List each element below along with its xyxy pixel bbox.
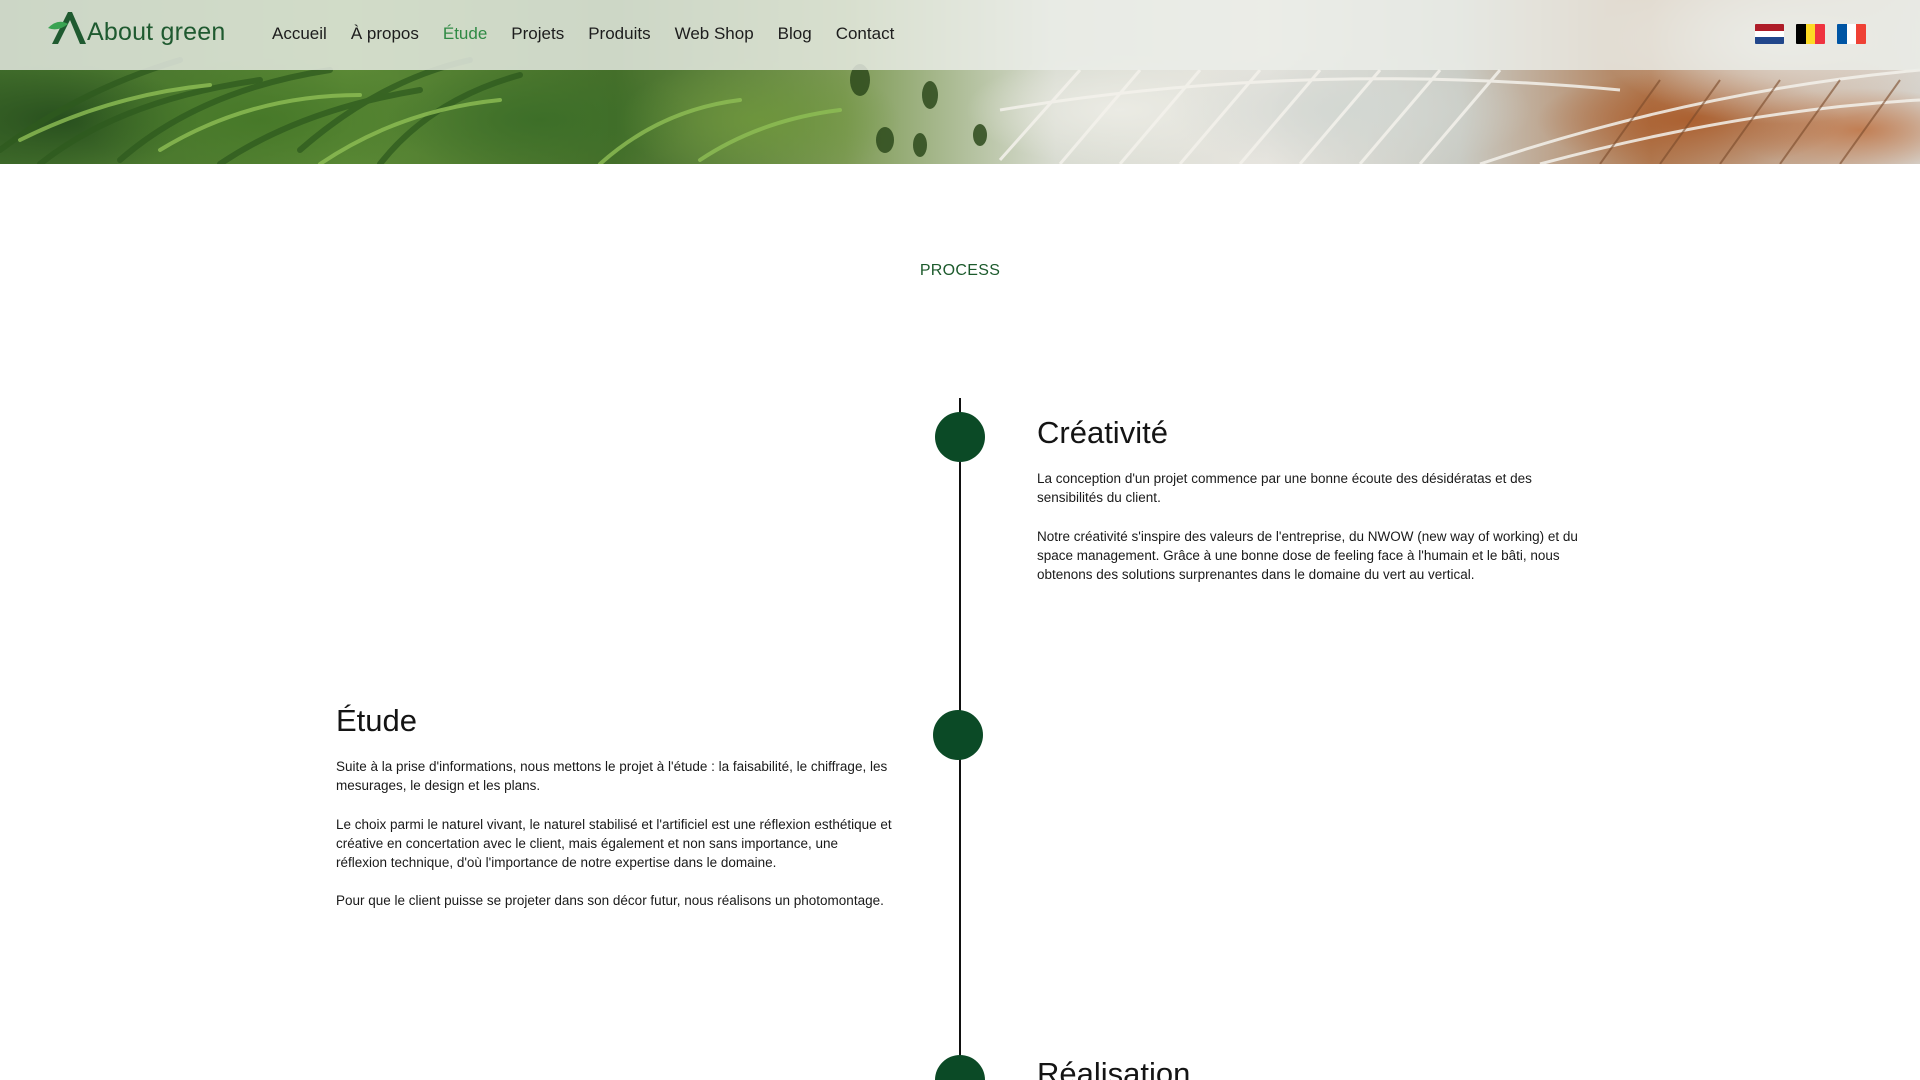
nav-item-blog[interactable]: Blog bbox=[778, 22, 812, 46]
step-realisation: Réalisation bbox=[1037, 1056, 1597, 1080]
step-title: Étude bbox=[336, 703, 418, 738]
nav-item-produits[interactable]: Produits bbox=[588, 22, 650, 46]
nav-item-etude[interactable]: Étude bbox=[443, 22, 487, 46]
step-title: Réalisation bbox=[1037, 1056, 1191, 1080]
nav-item-projets[interactable]: Projets bbox=[511, 22, 564, 46]
nav-item-a-propos[interactable]: À propos bbox=[351, 22, 419, 46]
step-paragraph: La conception d'un projet commence par u… bbox=[1037, 471, 1532, 506]
step-paragraph: Pour que le client puisse se projeter da… bbox=[336, 893, 884, 909]
flag-belgium-icon[interactable] bbox=[1796, 24, 1825, 44]
section-eyebrow: PROCESS bbox=[919, 262, 1001, 279]
brand-name: About green bbox=[87, 18, 226, 46]
top-navigation-bar: About green Accueil À propos Étude Proje… bbox=[0, 0, 1920, 70]
language-switcher bbox=[1755, 24, 1866, 44]
step-etude: Étude Suite à la prise d'informations, n… bbox=[336, 703, 892, 930]
step-paragraph: Notre créativité s'inspire des valeurs d… bbox=[1037, 528, 1578, 583]
nav-item-web-shop[interactable]: Web Shop bbox=[675, 22, 754, 46]
nav-item-accueil[interactable]: Accueil bbox=[272, 22, 327, 46]
flag-france-icon[interactable] bbox=[1837, 24, 1866, 44]
nav-item-contact[interactable]: Contact bbox=[836, 22, 895, 46]
about-green-logo[interactable]: About green bbox=[48, 8, 225, 48]
timeline-dot bbox=[935, 1055, 985, 1080]
flag-netherlands-icon[interactable] bbox=[1755, 24, 1784, 44]
step-paragraph: Le choix parmi le naturel vivant, le nat… bbox=[336, 816, 892, 871]
step-creativite: Créativité La conception d'un projet com… bbox=[1037, 415, 1597, 603]
timeline-dot bbox=[933, 710, 983, 760]
leaf-a-logo-icon bbox=[48, 12, 86, 44]
step-paragraph: Suite à la prise d'informations, nous me… bbox=[336, 759, 888, 794]
timeline-dot bbox=[935, 412, 985, 462]
step-title: Créativité bbox=[1037, 415, 1168, 450]
main-menu: Accueil À propos Étude Projets Produits … bbox=[272, 22, 918, 46]
